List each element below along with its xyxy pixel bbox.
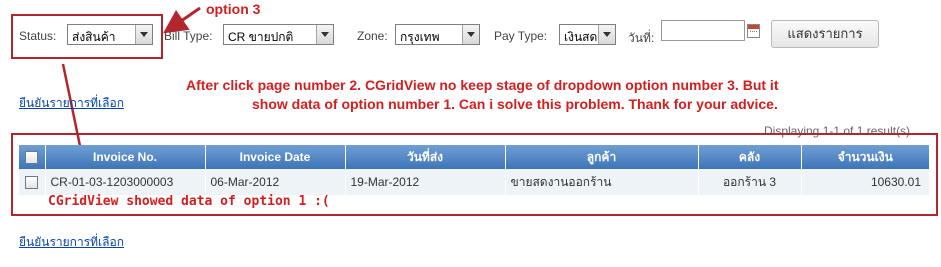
confirm-selected-link-top[interactable]: ยืนยันรายการที่เลือก bbox=[19, 94, 124, 113]
option-annotation: option 3 bbox=[206, 1, 261, 17]
confirm-selected-link-bottom[interactable]: ยืนยันรายการที่เลือก bbox=[19, 233, 124, 252]
zone-select-value: กรุงเทพ bbox=[400, 30, 440, 44]
bill-type-label: Bill Type: bbox=[164, 29, 213, 43]
pay-type-select[interactable]: เงินสด bbox=[559, 24, 616, 45]
chevron-down-icon[interactable] bbox=[316, 25, 333, 44]
pay-type-select-value: เงินสด bbox=[564, 30, 598, 44]
status-highlight-box bbox=[11, 14, 163, 59]
zone-label: Zone: bbox=[357, 29, 388, 43]
grid-annotation: CGridView showed data of option 1 :( bbox=[48, 194, 330, 209]
pay-type-label: Pay Type: bbox=[494, 29, 548, 43]
chevron-down-icon[interactable] bbox=[462, 25, 479, 44]
show-list-button[interactable]: แสดงรายการ bbox=[771, 20, 879, 48]
arrow-to-status bbox=[163, 6, 201, 34]
bill-type-select[interactable]: CR ขายปกติ bbox=[223, 24, 334, 45]
calendar-icon[interactable] bbox=[747, 24, 760, 38]
date-field[interactable] bbox=[661, 20, 745, 41]
date-label: วันที่: bbox=[628, 31, 655, 45]
zone-select[interactable]: กรุงเทพ bbox=[395, 24, 480, 45]
question-line-1: After click page number 2. CGridView no … bbox=[186, 77, 779, 93]
question-line-2: show data of option number 1. Can i solv… bbox=[252, 96, 778, 112]
bill-type-select-value: CR ขายปกติ bbox=[228, 30, 294, 44]
chevron-down-icon[interactable] bbox=[598, 25, 615, 44]
